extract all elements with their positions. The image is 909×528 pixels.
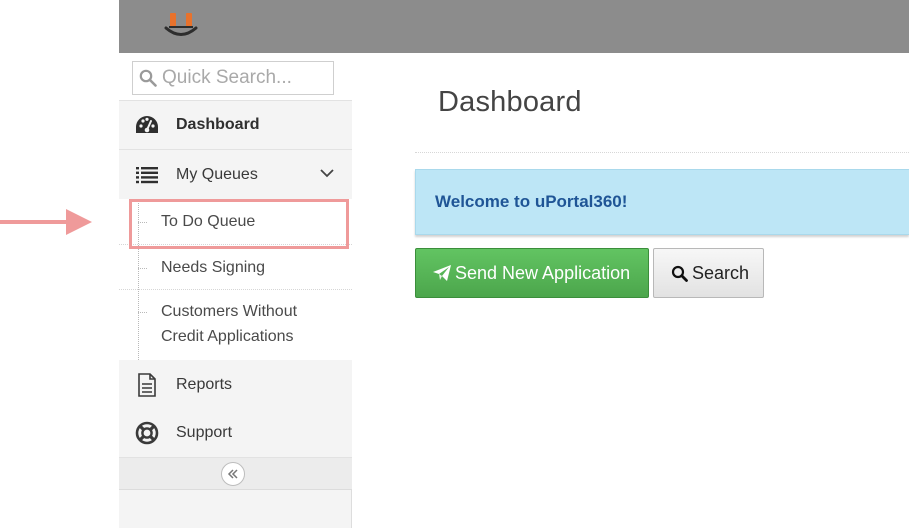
sidebar-item-dashboard[interactable]: Dashboard (119, 101, 352, 150)
dashboard-gauge-icon (134, 112, 160, 138)
search-button-label: Search (692, 262, 750, 283)
sidebar-item-label: Reports (176, 375, 233, 393)
send-new-application-label: Send New Application (455, 262, 631, 283)
search-icon (139, 69, 157, 87)
logo-icon[interactable] (163, 11, 199, 39)
app-window: Dashboard My Queues To Do Queue (0, 0, 909, 528)
paper-plane-icon (433, 265, 451, 281)
pointer-arrow-icon (0, 209, 92, 235)
search-icon (671, 265, 688, 282)
search-button[interactable]: Search (653, 248, 764, 298)
quick-search-area (119, 53, 352, 101)
top-bar (119, 0, 909, 53)
tree-tick (138, 268, 147, 269)
tree-tick (138, 222, 147, 223)
send-new-application-button[interactable]: Send New Application (415, 248, 649, 298)
sidebar-item-label: Dashboard (176, 116, 260, 133)
quick-search-box[interactable] (132, 61, 334, 95)
submenu-item-label: To Do Queue (161, 213, 256, 230)
sidebar-collapse-button[interactable] (221, 462, 245, 486)
document-icon (134, 372, 160, 398)
submenu-item-customers-without-credit-applications[interactable]: Customers Without Credit Applications (119, 290, 352, 360)
welcome-alert-text: Welcome to uPortal360! (435, 192, 628, 211)
submenu-item-to-do-queue[interactable]: To Do Queue (119, 199, 352, 245)
sidebar-item-support[interactable]: Support (119, 409, 352, 458)
welcome-alert: Welcome to uPortal360! (415, 169, 909, 235)
sidebar-item-label: Support (176, 424, 233, 441)
sidebar-item-my-queues[interactable]: My Queues (119, 150, 352, 199)
submenu-item-needs-signing[interactable]: Needs Signing (119, 245, 352, 290)
sidebar: Dashboard My Queues To Do Queue (119, 53, 352, 528)
life-ring-icon (134, 420, 160, 446)
submenu-item-label: Customers Without Credit Applications (161, 303, 298, 345)
sidebar-item-reports[interactable]: Reports (119, 360, 352, 409)
page-title: Dashboard (438, 86, 582, 118)
double-chevron-left-icon (227, 469, 238, 479)
submenu-item-label: Needs Signing (161, 259, 266, 276)
sidebar-collapse-row (119, 458, 352, 490)
tree-tick (138, 312, 147, 313)
main-content: Dashboard Welcome to uPortal360! Send Ne… (353, 53, 909, 528)
sidebar-item-label: My Queues (176, 165, 258, 183)
list-icon (134, 162, 160, 188)
divider (415, 152, 909, 153)
chevron-down-icon[interactable] (319, 165, 335, 181)
quick-search-input[interactable] (162, 67, 322, 89)
my-queues-submenu: To Do Queue Needs Signing Customers With… (119, 199, 352, 360)
